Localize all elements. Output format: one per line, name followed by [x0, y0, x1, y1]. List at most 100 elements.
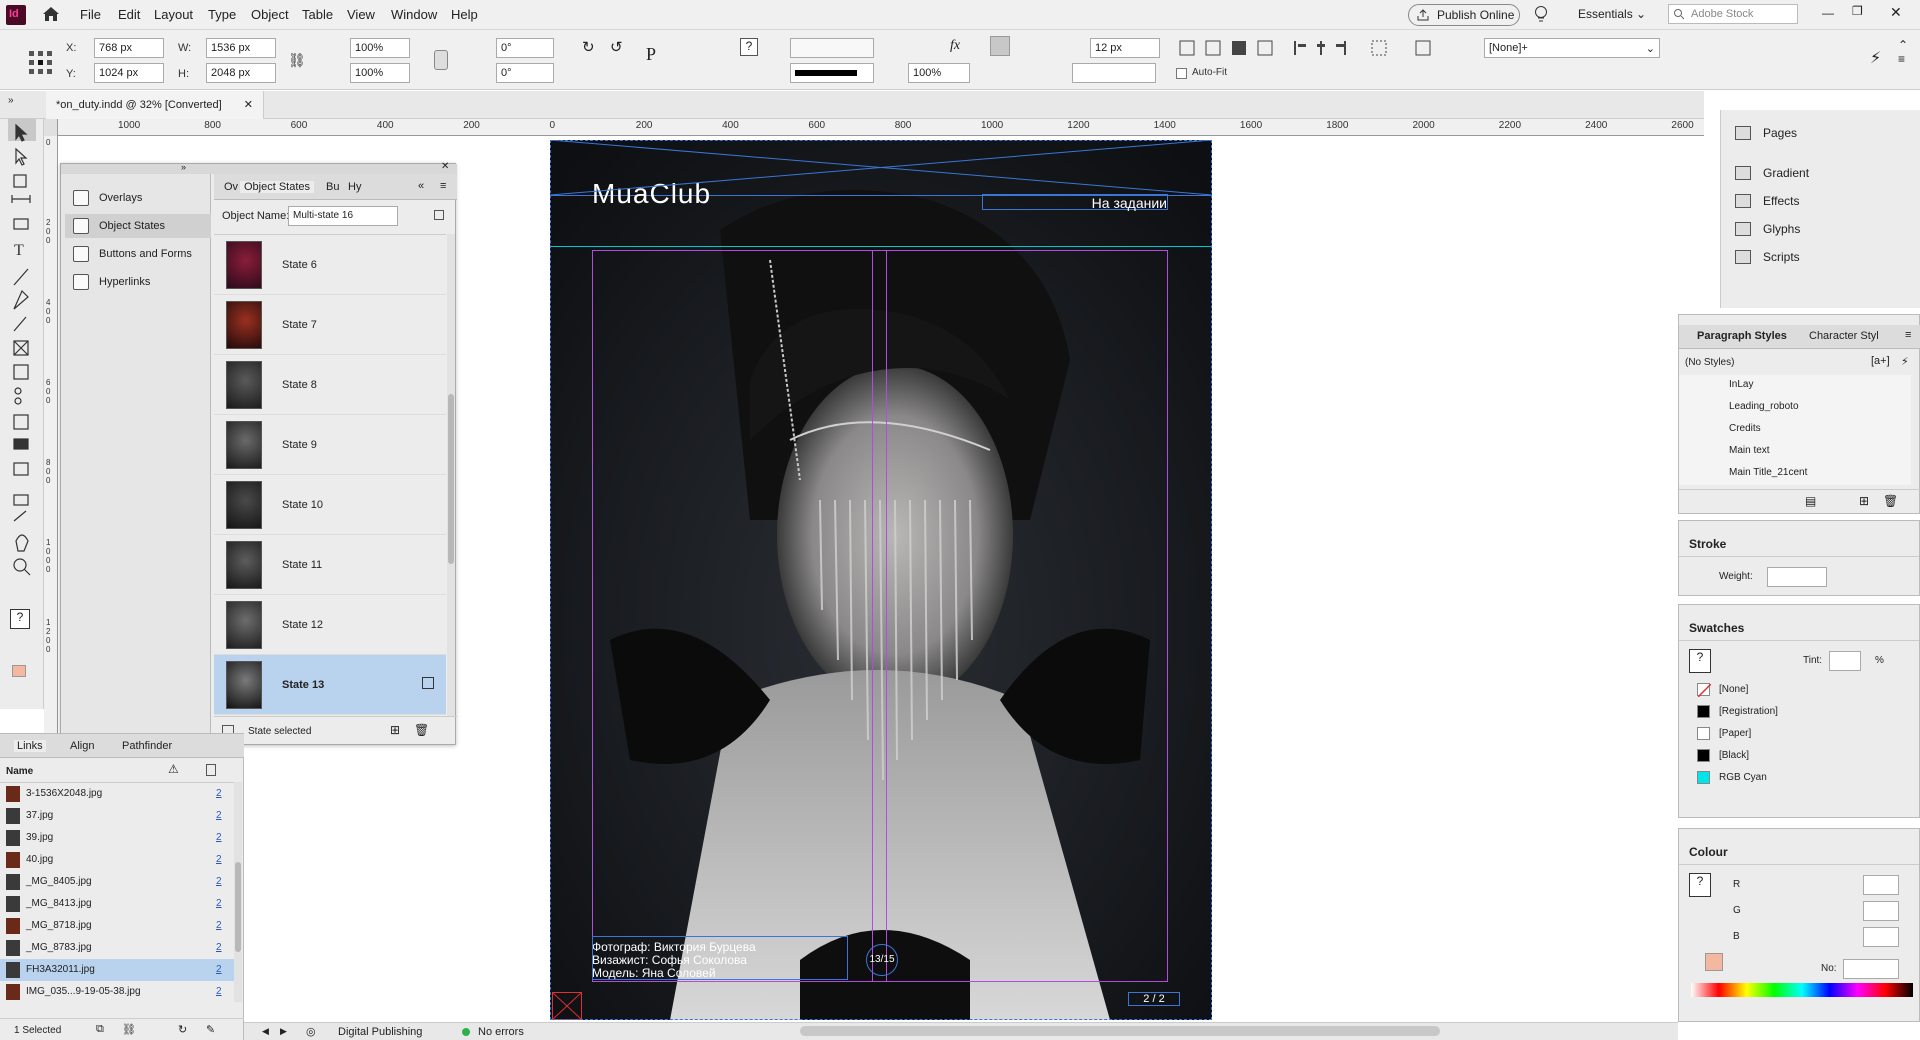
- swatches-title[interactable]: Swatches: [1679, 615, 1919, 641]
- state-current-icon[interactable]: [422, 677, 434, 689]
- object-name-field[interactable]: Multi-state 16: [288, 206, 398, 226]
- state-item[interactable]: State 11: [214, 535, 446, 595]
- scale-x-field[interactable]: 100%: [350, 38, 410, 58]
- no-field[interactable]: [1843, 959, 1899, 979]
- link-page-number[interactable]: 2: [216, 964, 222, 975]
- quick-apply-icon[interactable]: ⚡: [1901, 355, 1909, 368]
- rotation-field[interactable]: 0°: [496, 38, 554, 58]
- state-item[interactable]: State 6: [214, 235, 446, 295]
- swatch-row[interactable]: [Registration]: [1679, 701, 1911, 723]
- update-link-icon[interactable]: ↻: [178, 1023, 187, 1036]
- preflight-status[interactable]: No errors: [478, 1026, 524, 1038]
- menu-window[interactable]: Window: [391, 7, 437, 22]
- apply-color-icon[interactable]: [12, 665, 26, 677]
- link-page-number[interactable]: 2: [216, 942, 222, 953]
- x-field[interactable]: 768 px: [94, 38, 164, 58]
- dock-scripts[interactable]: Scripts: [1735, 248, 1800, 268]
- para-style-item[interactable]: InLay: [1729, 375, 1909, 395]
- convert-icon[interactable]: [434, 210, 444, 220]
- collapse-toolbox-icon[interactable]: »: [8, 95, 14, 106]
- scale-lock-icon[interactable]: [434, 50, 448, 70]
- reference-point-icon[interactable]: [28, 50, 52, 74]
- scale-y-field[interactable]: 100%: [350, 63, 410, 83]
- state-item[interactable]: State 10: [214, 475, 446, 535]
- tab-ov[interactable]: Ov: [224, 181, 238, 193]
- home-icon[interactable]: [42, 6, 60, 22]
- autofit-checkbox[interactable]: [1176, 68, 1187, 79]
- state-item[interactable]: State 8: [214, 355, 446, 415]
- link-page-number[interactable]: 2: [216, 920, 222, 931]
- app-logo[interactable]: Id: [6, 5, 26, 25]
- tab-character-styl[interactable]: Character Styl: [1809, 330, 1879, 342]
- state-item[interactable]: State 13: [214, 655, 446, 715]
- link-row[interactable]: IMG_035...9-19-05-38.jpg 2: [0, 981, 234, 1003]
- stroke-weight-field[interactable]: 12 px: [1090, 38, 1160, 58]
- object-style-select[interactable]: [None]+ ⌄: [1484, 38, 1660, 58]
- stroke-swatch[interactable]: [790, 38, 874, 58]
- minimize-icon[interactable]: —: [1822, 6, 1834, 20]
- tab-links[interactable]: Links: [14, 740, 46, 752]
- tab-hy[interactable]: Hy: [348, 181, 361, 193]
- link-row[interactable]: 37.jpg 2: [0, 805, 234, 827]
- g-field[interactable]: [1863, 901, 1899, 921]
- horizontal-ruler[interactable]: 1000 800 600 400 200 0 200 400 600 800 1000 1200 140…: [44, 119, 1704, 136]
- page-nav-next-icon[interactable]: ▶: [280, 1026, 287, 1037]
- link-page-number[interactable]: 2: [216, 986, 222, 997]
- flip-icon[interactable]: P: [646, 44, 656, 65]
- lightbulb-icon[interactable]: [1534, 5, 1548, 25]
- adobe-stock-search[interactable]: Adobe Stock: [1668, 4, 1798, 24]
- link-row[interactable]: 3-1536X2048.jpg 2: [0, 783, 234, 805]
- intent-select[interactable]: Digital Publishing: [338, 1026, 422, 1038]
- colour-chip[interactable]: [1705, 953, 1723, 971]
- tab-pathfinder[interactable]: Pathfinder: [122, 740, 172, 752]
- horizontal-scrollbar[interactable]: [800, 1026, 1440, 1036]
- link-row[interactable]: FH3A32011.jpg 2: [0, 959, 234, 981]
- relink-icon[interactable]: ⧉: [96, 1023, 104, 1036]
- new-style-from-selection-icon[interactable]: [a+]: [1871, 355, 1890, 367]
- link-row[interactable]: 40.jpg 2: [0, 849, 234, 871]
- fill-swatch-icon[interactable]: ?: [1689, 649, 1711, 673]
- para-style-item[interactable]: Leading_roboto: [1729, 397, 1909, 417]
- opacity-field[interactable]: 100%: [908, 63, 970, 83]
- close-tab-icon[interactable]: ✕: [244, 98, 253, 111]
- preflight-globe-icon[interactable]: ◎: [306, 1025, 316, 1038]
- nav-item-buttons-and-forms[interactable]: Buttons and Forms: [65, 242, 211, 266]
- dock-pages[interactable]: Pages: [1735, 124, 1797, 144]
- state-item[interactable]: State 9: [214, 415, 446, 475]
- links-scrollbar[interactable]: [234, 782, 242, 1002]
- align-left-active-button[interactable]: [990, 36, 1010, 56]
- stroke-type-swatch[interactable]: [790, 63, 874, 83]
- r-field[interactable]: [1863, 875, 1899, 895]
- colour-fill-icon[interactable]: ?: [1689, 873, 1711, 897]
- constrain-proportions-icon[interactable]: ⛓: [288, 52, 306, 69]
- nav-item-overlays[interactable]: Overlays: [65, 186, 211, 210]
- stroke-weight-input[interactable]: [1767, 567, 1827, 587]
- tab-collapse-icon[interactable]: «: [418, 180, 424, 192]
- new-para-style-icon[interactable]: ⊞: [1859, 494, 1869, 508]
- lightning-icon[interactable]: ⚡: [1870, 48, 1881, 68]
- width-field[interactable]: 1536 px: [206, 38, 276, 58]
- link-row[interactable]: 39.jpg 2: [0, 827, 234, 849]
- link-row[interactable]: _MG_8413.jpg 2: [0, 893, 234, 915]
- new-group-icon[interactable]: ▤: [1805, 494, 1816, 508]
- link-row[interactable]: _MG_8405.jpg 2: [0, 871, 234, 893]
- swatch-row[interactable]: [Paper]: [1679, 723, 1911, 745]
- effects-icon[interactable]: fx: [950, 38, 960, 54]
- state-item[interactable]: State 12: [214, 595, 446, 655]
- para-style-item[interactable]: Credits: [1729, 419, 1909, 439]
- menu-type[interactable]: Type: [208, 7, 236, 22]
- colour-spectrum[interactable]: [1691, 983, 1913, 997]
- link-row[interactable]: _MG_8718.jpg 2: [0, 915, 234, 937]
- close-window-icon[interactable]: ✕: [1890, 4, 1902, 21]
- nav-item-hyperlinks[interactable]: Hyperlinks: [65, 270, 211, 294]
- fill-icon[interactable]: ?: [740, 38, 758, 56]
- menu-edit[interactable]: Edit: [118, 7, 140, 22]
- y-field[interactable]: 1024 px: [94, 63, 164, 83]
- goto-link-icon[interactable]: ⛓: [122, 1023, 136, 1036]
- restore-icon[interactable]: ❐: [1852, 4, 1863, 18]
- panel-drag-bar[interactable]: [61, 164, 457, 174]
- delete-para-style-icon[interactable]: 🗑: [1883, 494, 1898, 508]
- control-menu-icon[interactable]: ⌃ ≡: [1898, 38, 1908, 66]
- para-style-item[interactable]: Main Title_21cent: [1729, 463, 1909, 483]
- new-state-icon[interactable]: ⊞: [390, 723, 400, 737]
